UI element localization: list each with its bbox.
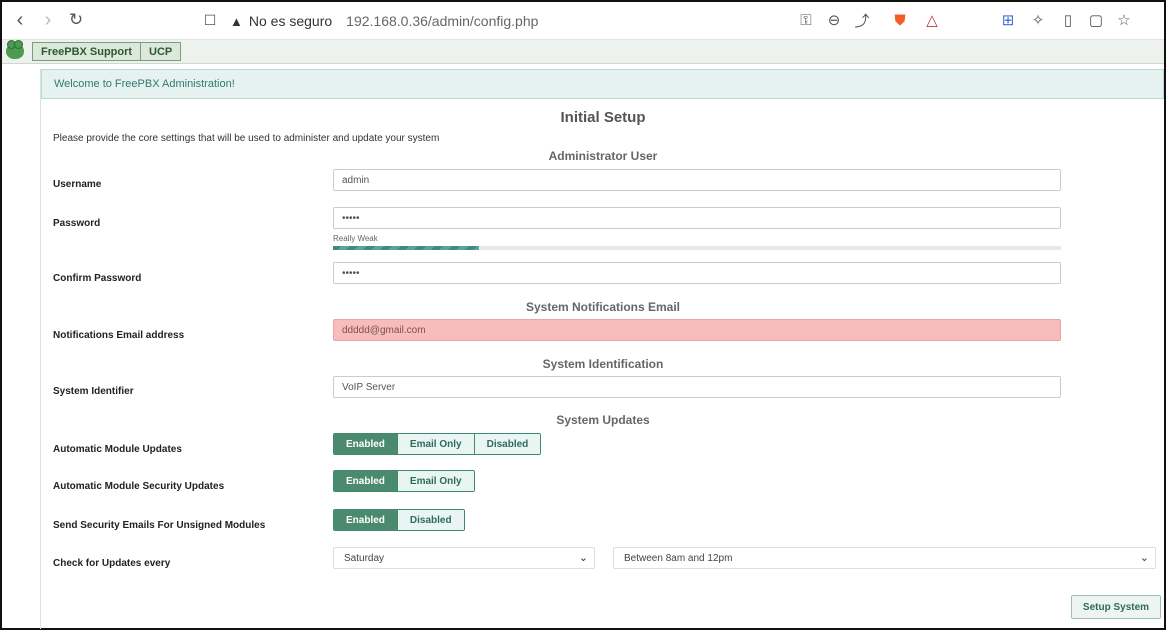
bookmark-icon[interactable]: ☐ [198, 8, 222, 32]
auto-module-updates-toggle: Enabled Email Only Disabled [333, 433, 542, 455]
favorites-icon[interactable]: ☆ [1114, 10, 1134, 30]
brave-shield-icon[interactable]: ⛊ [890, 10, 910, 30]
password-strength-label: Really Weak [333, 234, 378, 243]
check-updates-label: Check for Updates every [53, 558, 171, 569]
password-strength-bar [333, 246, 1061, 250]
section-identification: System Identification [542, 357, 664, 371]
auto-module-enabled-option[interactable]: Enabled [334, 434, 398, 454]
extensions-icon[interactable]: ✧ [1028, 10, 1048, 30]
system-identifier-input[interactable]: VoIP Server [333, 376, 1061, 398]
auto-module-disabled-option[interactable]: Disabled [474, 434, 541, 454]
email-label: Notifications Email address [53, 330, 185, 341]
welcome-banner: Welcome to FreePBX Administration! [41, 69, 1164, 99]
url-text: 192.168.0.36/admin/config.php [346, 13, 539, 29]
unsigned-emails-label: Send Security Emails For Unsigned Module… [53, 520, 266, 531]
freepbx-topbar: FreePBX Support UCP [2, 40, 1164, 64]
wallet-icon[interactable]: ▢ [1086, 10, 1106, 30]
system-identifier-label: System Identifier [53, 386, 134, 397]
intro-text: Please provide the core settings that wi… [53, 133, 440, 144]
auto-security-updates-toggle: Enabled Email Only [333, 470, 475, 492]
password-strength-fill [333, 246, 479, 250]
chevron-down-icon: ⌄ [1139, 552, 1149, 564]
page-title: Initial Setup [560, 109, 646, 126]
update-day-select[interactable]: Saturday ⌄ [333, 547, 595, 569]
ucp-button[interactable]: UCP [140, 42, 182, 61]
warning-icon: ▲ [230, 13, 243, 29]
auto-module-email-only-option[interactable]: Email Only [397, 434, 475, 454]
sidebar-icon[interactable]: ▯ [1058, 10, 1078, 30]
confirm-password-input[interactable]: ••••• [333, 262, 1061, 284]
auto-module-updates-label: Automatic Module Updates [53, 444, 182, 455]
freepbx-support-button[interactable]: FreePBX Support [32, 42, 142, 61]
chevron-down-icon: ⌄ [578, 552, 588, 564]
forward-icon[interactable]: › [36, 8, 60, 32]
security-status: No es seguro [248, 13, 333, 29]
freepbx-logo-icon[interactable] [6, 40, 24, 59]
unsigned-emails-enabled-option[interactable]: Enabled [334, 510, 398, 530]
password-label: Password [53, 218, 101, 229]
unsigned-emails-toggle: Enabled Disabled [333, 509, 465, 531]
update-time-select[interactable]: Between 8am and 12pm ⌄ [613, 547, 1156, 569]
auto-security-enabled-option[interactable]: Enabled [334, 471, 398, 491]
key-icon[interactable]: ⚿ [796, 10, 816, 30]
auto-security-updates-label: Automatic Module Security Updates [53, 481, 225, 492]
update-time-value: Between 8am and 12pm [624, 552, 733, 564]
address-bar[interactable]: ▲ No es seguro 192.168.0.36/admin/config… [230, 8, 790, 34]
back-icon[interactable]: ‹ [8, 8, 32, 32]
username-input[interactable]: admin [333, 169, 1061, 191]
section-admin-user: Administrator User [548, 149, 658, 163]
brave-rewards-icon[interactable]: △ [922, 10, 942, 30]
unsigned-emails-disabled-option[interactable]: Disabled [397, 510, 464, 530]
setup-system-button[interactable]: Setup System [1071, 595, 1161, 619]
auto-security-email-only-option[interactable]: Email Only [397, 471, 474, 491]
email-input[interactable]: ddddd@gmail.com [333, 319, 1061, 341]
confirm-password-label: Confirm Password [53, 273, 142, 284]
translate-icon[interactable]: ⊞ [998, 10, 1018, 30]
password-input[interactable]: ••••• [333, 207, 1061, 229]
setup-panel: Welcome to FreePBX Administration! Initi… [40, 69, 1164, 629]
username-label: Username [53, 179, 102, 190]
section-updates: System Updates [556, 413, 650, 427]
update-day-value: Saturday [344, 552, 385, 564]
share-icon[interactable]: ⤴ [852, 10, 872, 30]
reload-icon[interactable]: ↻ [64, 8, 88, 32]
section-notifications: System Notifications Email [525, 300, 681, 314]
zoom-icon[interactable]: ⊖ [824, 10, 844, 30]
browser-toolbar: ‹ › ↻ ☐ ▲ No es seguro 192.168.0.36/admi… [2, 2, 1164, 40]
